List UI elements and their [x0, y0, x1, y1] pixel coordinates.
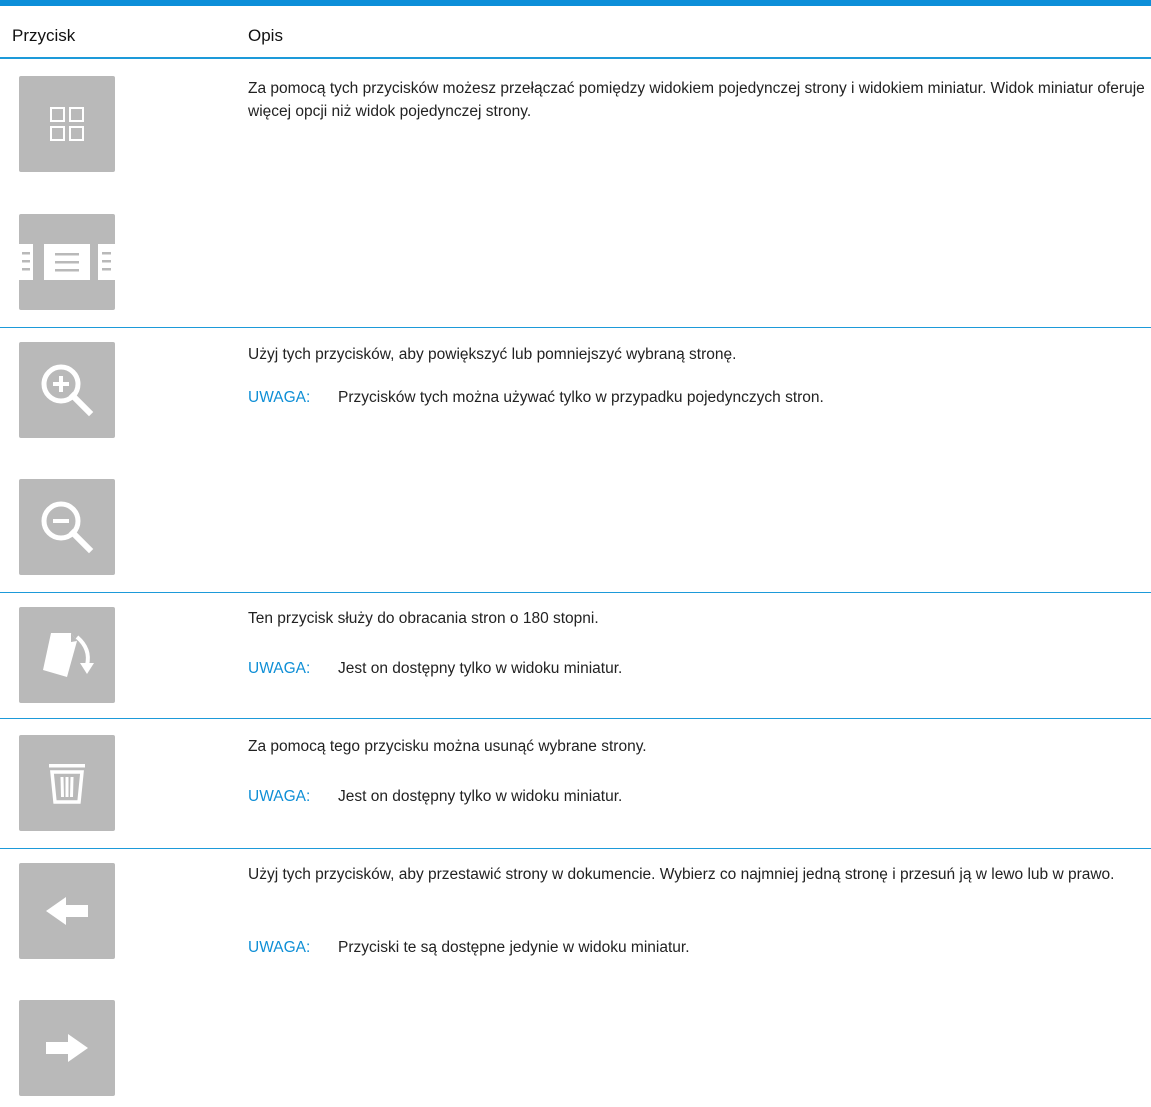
note-label: UWAGA: — [248, 389, 311, 406]
single-page-view-icon — [19, 244, 115, 280]
column-header-description: Opis — [248, 26, 283, 45]
row-description: Ten przycisk służy do obracania stron o … — [248, 610, 599, 627]
note-text: Jest on dostępny tylko w widoku miniatur… — [338, 788, 623, 805]
row-divider — [0, 592, 1151, 593]
arrow-left-icon — [46, 897, 88, 925]
delete-trash-icon — [49, 764, 85, 804]
row-note: UWAGA: Przycisków tych można używać tylko… — [248, 386, 824, 409]
row-divider — [0, 848, 1151, 849]
note-label: UWAGA: — [248, 939, 311, 956]
table-top-accent-bar — [0, 0, 1151, 6]
row-note: UWAGA: Jest on dostępny tylko w widoku mi… — [248, 785, 622, 808]
zoom-in-button[interactable] — [19, 342, 115, 438]
row-description: Za pomocą tego przycisku można usunąć wy… — [248, 738, 647, 755]
thumbnail-view-button[interactable] — [19, 76, 115, 172]
thumbnail-view-icon — [50, 107, 84, 141]
row-description: Użyj tych przycisków, aby przestawić str… — [248, 866, 1115, 883]
note-text: Przycisków tych można używać tylko w prz… — [338, 389, 824, 406]
zoom-out-icon — [41, 501, 94, 554]
note-label: UWAGA: — [248, 660, 311, 677]
row-divider — [0, 718, 1151, 719]
note-text: Przyciski te są dostępne jedynie w widok… — [338, 939, 690, 956]
header-divider — [0, 57, 1151, 59]
move-right-button[interactable] — [19, 1000, 115, 1096]
row-note: UWAGA: Przyciski te są dostępne jedynie w… — [248, 936, 690, 959]
move-left-button[interactable] — [19, 863, 115, 959]
column-header-button: Przycisk — [12, 26, 76, 45]
zoom-out-button[interactable] — [19, 479, 115, 575]
note-text: Jest on dostępny tylko w widoku miniatur… — [338, 660, 623, 677]
row-divider — [0, 327, 1151, 328]
row-description: Użyj tych przycisków, aby powiększyć lub… — [248, 346, 737, 363]
rotate-page-icon — [43, 633, 94, 677]
arrow-right-icon — [46, 1034, 88, 1062]
note-label: UWAGA: — [248, 788, 311, 805]
rotate-page-button[interactable] — [19, 607, 115, 703]
row-description: Za pomocą tych przycisków możesz przełąc… — [248, 80, 1145, 120]
row-note: UWAGA: Jest on dostępny tylko w widoku mi… — [248, 657, 622, 680]
single-page-view-button[interactable] — [19, 214, 115, 310]
delete-button[interactable] — [19, 735, 115, 831]
zoom-in-icon — [41, 364, 94, 417]
